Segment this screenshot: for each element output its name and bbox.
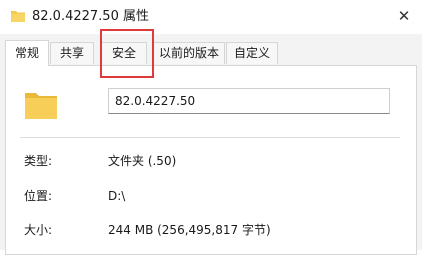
security-tab-highlight: [100, 29, 154, 78]
window-title: 82.0.4227.50 属性: [32, 9, 149, 24]
location-value: D:\: [108, 189, 126, 203]
type-label: 类型:: [24, 154, 53, 168]
tab-customize[interactable]: 自定义: [226, 42, 278, 64]
size-label: 大小:: [24, 223, 53, 237]
close-button[interactable]: ✕: [392, 4, 416, 28]
type-value: 文件夹 (.50): [108, 154, 177, 168]
folder-icon: [25, 93, 57, 119]
tab-previous-versions[interactable]: 以前的版本: [153, 42, 225, 64]
close-icon: ✕: [397, 7, 411, 25]
folder-icon: [11, 11, 25, 22]
tab-sharing[interactable]: 共享: [50, 42, 94, 64]
folder-name-input[interactable]: [108, 88, 390, 114]
tab-general[interactable]: 常规: [5, 40, 49, 66]
location-label: 位置:: [24, 189, 53, 203]
divider: [20, 137, 400, 138]
size-value: 244 MB (256,495,817 字节): [108, 223, 271, 237]
properties-window: 82.0.4227.50 属性 ✕ 常规 共享 安全 以前的版本 自定义 类型:…: [0, 0, 422, 255]
title-bar: 82.0.4227.50 属性 ✕: [0, 0, 422, 34]
